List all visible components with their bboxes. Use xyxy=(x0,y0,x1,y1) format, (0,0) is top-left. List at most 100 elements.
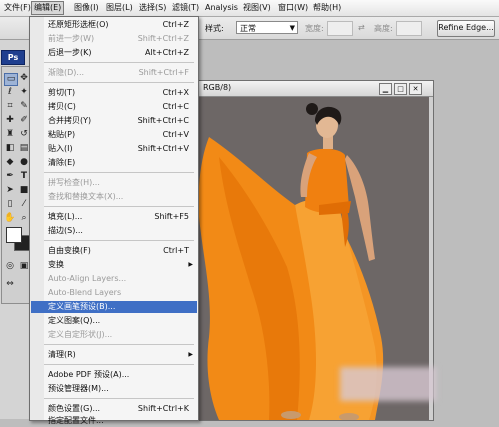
document-titlebar[interactable]: RGB/8) ▁ □ ✕ xyxy=(171,81,433,97)
edit-menu-item[interactable]: 后退一步(K) Alt+Ctrl+Z xyxy=(31,47,197,59)
menu-item-label: 后退一步(K) xyxy=(48,48,92,57)
menu-analysis[interactable]: Analysis xyxy=(203,2,240,14)
refine-edge-button[interactable]: Refine Edge... xyxy=(437,20,495,37)
height-label: 高度: xyxy=(374,24,393,33)
menu-item-label: 变换 xyxy=(48,260,64,269)
jump-to-imageready-icon[interactable]: ⇔ xyxy=(4,279,16,290)
menu-edit[interactable]: 编辑(E) xyxy=(31,1,65,15)
edit-menu-item[interactable]: Auto-Align Layers... xyxy=(31,273,197,285)
edit-menu-item[interactable]: 定义自定形状(J)... xyxy=(31,329,197,341)
menu-separator xyxy=(44,206,194,207)
edit-menu-item[interactable]: 渐隐(D)... Shift+Ctrl+F xyxy=(31,67,197,79)
lasso-tool-icon[interactable]: ℓ xyxy=(4,87,16,98)
blur-tool-icon[interactable]: ◆ xyxy=(4,157,16,168)
menu-item-shortcut: Shift+Ctrl+Z xyxy=(137,34,189,43)
style-select[interactable]: 正常 ▼ xyxy=(236,21,298,34)
minimize-icon[interactable]: ▁ xyxy=(379,83,392,95)
edit-menu-item[interactable]: 颜色设置(G)... Shift+Ctrl+K xyxy=(31,403,197,415)
edit-menu-item[interactable]: 还原矩形选框(O) Ctrl+Z xyxy=(31,19,197,31)
menu-item-label: 还原矩形选框(O) xyxy=(48,20,109,29)
hand-tool-icon[interactable]: ✋ xyxy=(4,213,16,224)
edit-menu-item[interactable]: 清除(E) xyxy=(31,157,197,169)
edit-menu-item[interactable]: 查找和替换文本(X)... xyxy=(31,191,197,203)
menu-bar: 文件(F) 编辑(E) 图像(I) 图层(L) 选择(S) 滤镜(T) Anal… xyxy=(0,0,499,17)
menu-item-label: 指定配置文件... xyxy=(48,416,104,425)
menu-item-shortcut: Ctrl+T xyxy=(163,246,189,255)
edit-menu-item[interactable]: 前进一步(W) Shift+Ctrl+Z xyxy=(31,33,197,45)
menu-window[interactable]: 窗口(W) xyxy=(276,2,310,14)
menu-item-shortcut: Alt+Ctrl+Z xyxy=(145,48,189,57)
edit-menu-item[interactable]: 变换 ▶ xyxy=(31,259,197,271)
menu-item-shortcut: Ctrl+C xyxy=(162,102,189,111)
edit-menu-item[interactable]: 描边(S)... xyxy=(31,225,197,237)
menu-item-label: 描边(S)... xyxy=(48,226,83,235)
watermark-blur xyxy=(340,367,436,401)
pen-tool-icon[interactable]: ✒ xyxy=(4,171,16,182)
menu-item-label: 颜色设置(G)... xyxy=(48,404,101,413)
menu-item-label: 合并拷贝(Y) xyxy=(48,116,92,125)
close-icon[interactable]: ✕ xyxy=(409,83,422,95)
menu-item-shortcut: Ctrl+Z xyxy=(162,20,189,29)
style-label: 样式: xyxy=(205,24,224,33)
eraser-tool-icon[interactable]: ◧ xyxy=(4,143,16,154)
menu-item-label: 拼写检查(H)... xyxy=(48,178,100,187)
edit-menu-item[interactable]: 合并拷贝(Y) Shift+Ctrl+C xyxy=(31,115,197,127)
menu-layer[interactable]: 图层(L) xyxy=(104,2,135,14)
edit-menu-item[interactable]: 粘贴(P) Ctrl+V xyxy=(31,129,197,141)
path-selection-icon[interactable]: ➤ xyxy=(4,185,16,196)
edit-menu-item[interactable]: Auto-Blend Layers xyxy=(31,287,197,299)
edit-menu-item[interactable]: 贴入(I) Shift+Ctrl+V xyxy=(31,143,197,155)
menu-separator xyxy=(44,344,194,345)
menu-separator xyxy=(44,62,194,63)
edit-menu-item[interactable]: 填充(L)... Shift+F5 xyxy=(31,211,197,223)
menu-item-shortcut: Shift+Ctrl+K xyxy=(137,404,189,413)
menu-item-label: 定义画笔预设(B)... xyxy=(48,302,116,311)
menu-separator xyxy=(44,82,194,83)
edit-menu-item[interactable]: 拷贝(C) Ctrl+C xyxy=(31,101,197,113)
menu-item-label: 查找和替换文本(X)... xyxy=(48,192,124,201)
edit-menu-item[interactable]: 自由变换(F) Ctrl+T xyxy=(31,245,197,257)
menu-separator xyxy=(44,364,194,365)
menu-select[interactable]: 选择(S) xyxy=(137,2,168,14)
edit-menu-item[interactable]: 指定配置文件... xyxy=(31,415,197,427)
menu-item-label: 渐隐(D)... xyxy=(48,68,85,77)
marquee-tool-icon[interactable]: ▭ xyxy=(4,73,18,86)
swap-icon: ⇄ xyxy=(358,23,365,32)
menu-item-shortcut: Shift+F5 xyxy=(154,212,189,221)
height-input[interactable] xyxy=(396,21,422,36)
menu-image[interactable]: 图像(I) xyxy=(72,2,101,14)
edit-menu-item[interactable]: 预设管理器(M)... xyxy=(31,383,197,395)
submenu-arrow-icon: ▶ xyxy=(188,261,193,268)
menu-item-label: Adobe PDF 预设(A)... xyxy=(48,370,130,379)
submenu-arrow-icon: ▶ xyxy=(188,351,193,358)
foreground-color-swatch[interactable] xyxy=(6,227,22,243)
menu-item-label: 粘贴(P) xyxy=(48,130,76,139)
menu-item-label: 填充(L)... xyxy=(48,212,83,221)
menu-separator xyxy=(44,240,194,241)
menu-item-label: 预设管理器(M)... xyxy=(48,384,109,393)
edit-menu-item[interactable]: 定义画笔预设(B)... xyxy=(31,301,197,313)
edit-menu-item[interactable]: 定义图案(Q)... xyxy=(31,315,197,327)
menu-item-label: Auto-Blend Layers xyxy=(48,288,122,297)
menu-item-label: 清除(E) xyxy=(48,158,76,167)
edit-menu-item[interactable]: 剪切(T) Ctrl+X xyxy=(31,87,197,99)
edit-dropdown-menu: 还原矩形选框(O) Ctrl+Z 前进一步(W) Shift+Ctrl+Z 后退一步(K… xyxy=(29,16,199,425)
clone-stamp-icon[interactable]: ♜ xyxy=(4,129,16,140)
edit-menu-item[interactable]: 拼写检查(H)... xyxy=(31,177,197,189)
healing-brush-icon[interactable]: ✚ xyxy=(4,115,16,126)
menu-view[interactable]: 视图(V) xyxy=(241,2,273,14)
menu-file[interactable]: 文件(F) xyxy=(2,2,33,14)
document-title: RGB/8) xyxy=(203,83,232,92)
quick-mask-icon[interactable]: ◎ xyxy=(4,261,16,272)
crop-tool-icon[interactable]: ⌗ xyxy=(4,101,16,112)
menu-filter[interactable]: 滤镜(T) xyxy=(170,2,201,14)
edit-menu-item[interactable]: Adobe PDF 预设(A)... xyxy=(31,369,197,381)
menu-item-shortcut: Shift+Ctrl+F xyxy=(138,68,189,77)
menu-item-label: Auto-Align Layers... xyxy=(48,274,127,283)
menu-help[interactable]: 帮助(H) xyxy=(311,2,343,14)
notes-tool-icon[interactable]: ▯ xyxy=(4,199,16,210)
menu-separator xyxy=(44,398,194,399)
maximize-icon[interactable]: □ xyxy=(394,83,407,95)
width-input[interactable] xyxy=(327,21,353,36)
edit-menu-item[interactable]: 清理(R) ▶ xyxy=(31,349,197,361)
